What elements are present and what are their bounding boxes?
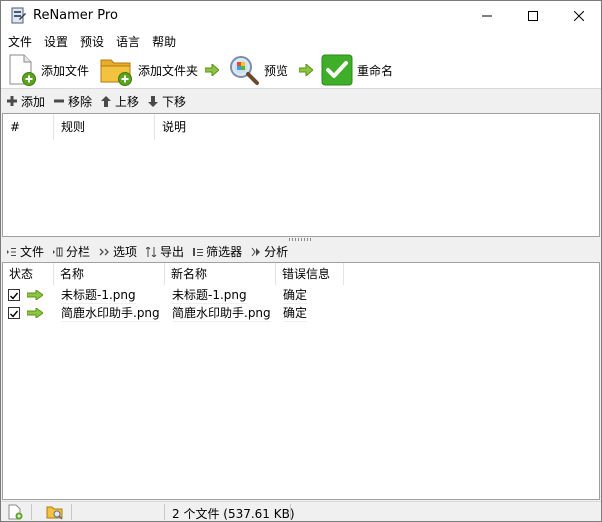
file-name: 简鹿水印助手.png <box>61 306 160 322</box>
arrow-right-icon <box>299 64 313 76</box>
filter-icon <box>193 247 204 256</box>
close-icon <box>574 11 584 21</box>
menu-settings[interactable]: 设置 <box>44 33 68 50</box>
file-name: 未标题-1.png <box>61 288 136 304</box>
row-checkbox[interactable] <box>8 307 20 319</box>
status-separator <box>31 504 32 520</box>
options-menu-button[interactable]: 选项 <box>99 243 137 260</box>
export-menu-label: 导出 <box>160 245 185 259</box>
filters-menu-label: 筛选器 <box>206 245 243 259</box>
dropdown-list-icon <box>53 247 63 256</box>
files-list[interactable]: 状态 名称 新名称 错误信息 未标题-1.png 未标题-1.png 确定 简鹿… <box>2 262 600 500</box>
row-checkbox[interactable] <box>8 289 20 301</box>
arrow-up-icon <box>101 95 112 107</box>
files-toolbar: 文件 分栏 选项 导出 筛选器 分析 <box>1 241 601 262</box>
renamer-window: ReNamer Pro 文件 设置 预设 语言 帮助 添加文件 添加文件夹 预览… <box>0 0 602 522</box>
menu-bar: 文件 设置 预设 语言 帮助 <box>1 31 601 51</box>
columns-menu-label: 分栏 <box>66 245 91 259</box>
move-down-button[interactable]: 下移 <box>148 93 186 110</box>
rules-header: # 规则 说明 <box>3 114 599 140</box>
remove-rule-button[interactable]: 移除 <box>54 93 92 110</box>
column-header-description[interactable]: 说明 <box>155 114 599 140</box>
column-header-index[interactable]: # <box>3 114 54 140</box>
checkmark-icon <box>321 54 353 86</box>
add-rule-label: 添加 <box>21 94 46 109</box>
add-folder-button[interactable]: 添加文件夹 <box>100 53 198 87</box>
options-menu-label: 选项 <box>113 245 138 259</box>
table-row[interactable]: 简鹿水印助手.png 简鹿水印助手.png 确定 <box>3 304 344 322</box>
play-icon <box>251 247 261 256</box>
minimize-icon <box>482 15 492 17</box>
arrow-right-icon <box>205 64 219 76</box>
rename-button[interactable]: 重命名 <box>321 53 393 87</box>
export-icon <box>146 246 157 257</box>
file-new-name: 未标题-1.png <box>172 288 247 304</box>
menu-help[interactable]: 帮助 <box>152 33 176 50</box>
folder-search-icon[interactable] <box>46 504 64 520</box>
add-files-button[interactable]: 添加文件 <box>7 53 89 87</box>
rules-toolbar: 添加 移除 上移 下移 <box>1 90 601 112</box>
filters-menu-button[interactable]: 筛选器 <box>193 243 242 260</box>
rename-label: 重命名 <box>357 63 394 78</box>
menu-language[interactable]: 语言 <box>116 33 140 50</box>
magnifier-icon <box>230 56 259 85</box>
arrow-right-icon <box>27 308 43 318</box>
checkmark-icon <box>10 292 19 300</box>
preview-label: 预览 <box>264 63 289 78</box>
files-menu-label: 文件 <box>20 245 45 259</box>
options-icon <box>99 248 109 255</box>
status-separator <box>290 504 291 520</box>
preview-button[interactable]: 预览 <box>228 53 288 87</box>
move-up-label: 上移 <box>115 94 140 109</box>
app-icon <box>9 7 27 25</box>
status-separator <box>164 504 165 520</box>
add-folder-label: 添加文件夹 <box>138 63 199 78</box>
title-bar: ReNamer Pro <box>1 1 601 31</box>
menu-file[interactable]: 文件 <box>8 33 32 50</box>
status-bar: 2 个文件 (537.61 KB) <box>1 501 601 521</box>
maximize-icon <box>528 11 538 21</box>
column-header-new-name[interactable]: 新名称 <box>165 263 276 285</box>
add-files-label: 添加文件 <box>41 63 90 78</box>
window-title: ReNamer Pro <box>33 8 118 23</box>
columns-menu-button[interactable]: 分栏 <box>53 243 90 260</box>
move-up-button[interactable]: 上移 <box>101 93 139 110</box>
table-row[interactable]: 未标题-1.png 未标题-1.png 确定 <box>3 286 344 304</box>
export-menu-button[interactable]: 导出 <box>146 243 184 260</box>
analyze-menu-label: 分析 <box>264 245 289 259</box>
arrow-right-icon <box>27 290 43 300</box>
add-file-icon <box>9 54 36 86</box>
close-button[interactable] <box>556 1 602 31</box>
main-toolbar: 添加文件 添加文件夹 预览 重命名 <box>1 51 601 89</box>
arrow-down-icon <box>148 95 159 107</box>
add-file-icon[interactable] <box>7 504 23 520</box>
column-header-rule[interactable]: 规则 <box>54 114 155 140</box>
maximize-button[interactable] <box>510 1 556 31</box>
file-new-name: 简鹿水印助手.png <box>172 306 271 322</box>
column-header-error[interactable]: 错误信息 <box>276 263 344 285</box>
minimize-button[interactable] <box>464 1 510 31</box>
file-count-status: 2 个文件 (537.61 KB) <box>172 507 295 521</box>
analyze-menu-button[interactable]: 分析 <box>251 243 288 260</box>
file-error: 确定 <box>283 288 308 304</box>
menu-presets[interactable]: 预设 <box>80 33 104 50</box>
column-header-state[interactable]: 状态 <box>3 263 54 285</box>
add-rule-button[interactable]: 添加 <box>7 93 45 110</box>
remove-rule-label: 移除 <box>68 94 93 109</box>
checkmark-icon <box>10 310 19 318</box>
dropdown-list-icon <box>7 247 16 256</box>
plus-icon <box>7 96 17 106</box>
column-header-name[interactable]: 名称 <box>54 263 165 285</box>
files-menu-button[interactable]: 文件 <box>7 243 44 260</box>
add-folder-icon <box>100 59 132 86</box>
file-error: 确定 <box>283 306 308 322</box>
status-separator <box>71 504 72 520</box>
rules-list[interactable]: # 规则 说明 <box>2 113 600 237</box>
minus-icon <box>54 99 65 103</box>
move-down-label: 下移 <box>162 94 187 109</box>
